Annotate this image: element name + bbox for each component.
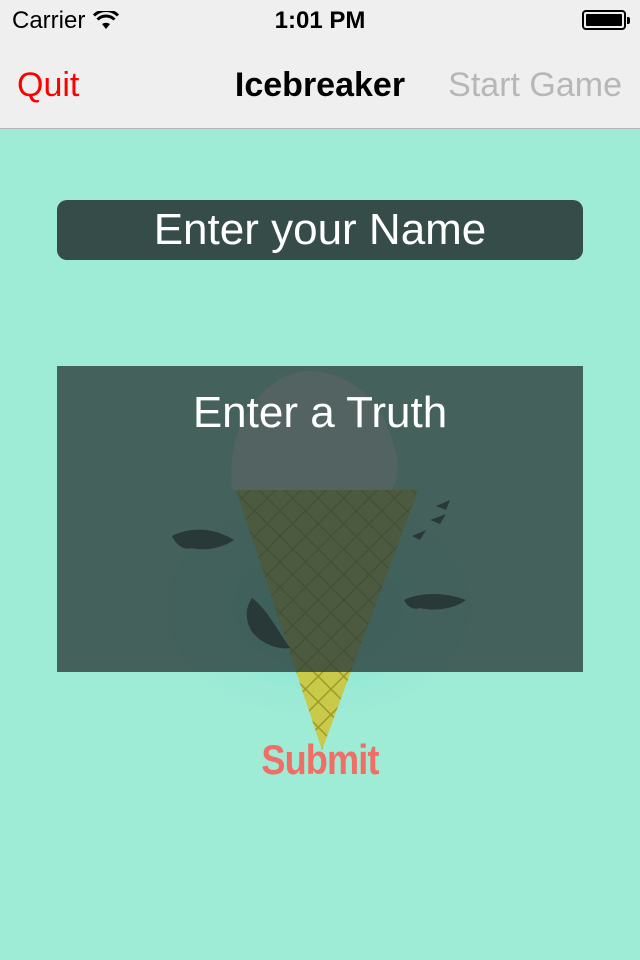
submit-button[interactable]: Submit xyxy=(45,736,595,784)
battery-fill xyxy=(586,14,622,26)
screen: Carrier 1:01 PM Quit Icebreaker Start Ga… xyxy=(0,0,640,960)
name-input-placeholder: Enter your Name xyxy=(153,205,487,254)
status-bar: Carrier 1:01 PM xyxy=(0,0,640,40)
top-chrome: Carrier 1:01 PM Quit Icebreaker Start Ga… xyxy=(0,0,640,129)
status-time: 1:01 PM xyxy=(274,7,366,34)
truth-input[interactable]: Enter a Truth xyxy=(57,366,583,672)
navigation-bar: Quit Icebreaker Start Game xyxy=(0,40,640,128)
name-input[interactable]: Enter your Name xyxy=(57,200,583,260)
start-game-button[interactable]: Start Game xyxy=(448,66,622,105)
truth-input-placeholder: Enter a Truth xyxy=(192,388,448,437)
battery-icon xyxy=(582,10,630,30)
